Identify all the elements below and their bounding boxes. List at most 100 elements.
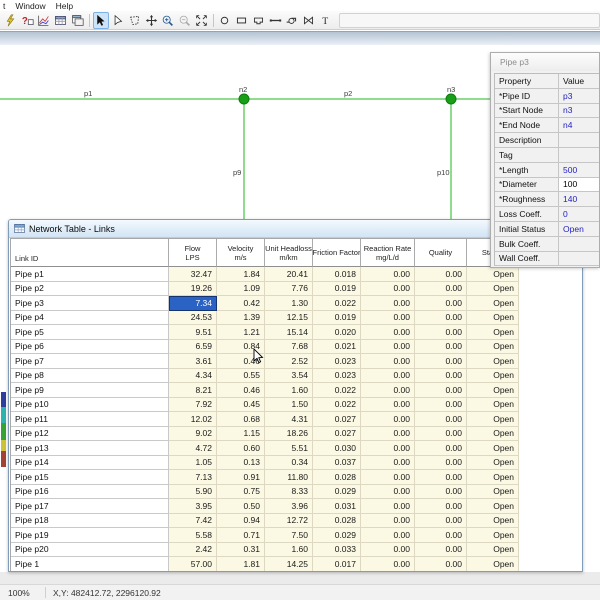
select-region-icon[interactable] bbox=[127, 12, 143, 29]
link-id-cell[interactable]: Pipe p7 bbox=[11, 354, 169, 369]
add-pipe-icon[interactable] bbox=[267, 12, 283, 29]
unit-headloss-cell[interactable]: 5.51 bbox=[265, 441, 313, 456]
quality-cell[interactable]: 0.00 bbox=[415, 485, 467, 500]
full-extent-icon[interactable] bbox=[193, 12, 209, 29]
property-value[interactable]: 0 bbox=[559, 207, 600, 222]
link-id-cell[interactable]: Pipe p9 bbox=[11, 383, 169, 398]
status-cell[interactable]: Open bbox=[467, 514, 519, 529]
velocity-cell[interactable]: 0.31 bbox=[217, 543, 265, 558]
reaction-rate-cell[interactable]: 0.00 bbox=[361, 543, 415, 558]
flow-cell[interactable]: 7.92 bbox=[169, 398, 217, 413]
link-id-cell[interactable]: Pipe p14 bbox=[11, 456, 169, 471]
column-header-flow[interactable]: FlowLPS bbox=[169, 239, 217, 267]
flow-cell[interactable]: 3.95 bbox=[169, 499, 217, 514]
velocity-cell[interactable]: 0.71 bbox=[217, 528, 265, 543]
unit-headloss-cell[interactable]: 8.33 bbox=[265, 485, 313, 500]
unit-headloss-cell[interactable]: 1.60 bbox=[265, 383, 313, 398]
link-id-cell[interactable]: Pipe p8 bbox=[11, 369, 169, 384]
junction-node-n3[interactable] bbox=[446, 94, 456, 104]
flow-cell[interactable]: 4.72 bbox=[169, 441, 217, 456]
link-id-cell[interactable]: Pipe p13 bbox=[11, 441, 169, 456]
status-cell[interactable]: Open bbox=[467, 528, 519, 543]
unit-headloss-cell[interactable]: 3.96 bbox=[265, 499, 313, 514]
reaction-rate-cell[interactable]: 0.00 bbox=[361, 470, 415, 485]
quality-cell[interactable]: 0.00 bbox=[415, 412, 467, 427]
flow-cell[interactable]: 7.34 bbox=[169, 296, 217, 311]
quality-cell[interactable]: 0.00 bbox=[415, 369, 467, 384]
reaction-rate-cell[interactable]: 0.00 bbox=[361, 485, 415, 500]
quality-cell[interactable]: 0.00 bbox=[415, 456, 467, 471]
unit-headloss-cell[interactable]: 2.52 bbox=[265, 354, 313, 369]
property-value[interactable] bbox=[559, 133, 600, 148]
quality-cell[interactable]: 0.00 bbox=[415, 354, 467, 369]
flow-cell[interactable]: 2.42 bbox=[169, 543, 217, 558]
friction-factor-cell[interactable]: 0.019 bbox=[313, 282, 361, 297]
flow-cell[interactable]: 8.21 bbox=[169, 383, 217, 398]
column-header-unit-headloss[interactable]: Unit Headlossm/km bbox=[265, 239, 313, 267]
friction-factor-cell[interactable]: 0.027 bbox=[313, 427, 361, 442]
friction-factor-cell[interactable]: 0.022 bbox=[313, 383, 361, 398]
reaction-rate-cell[interactable]: 0.00 bbox=[361, 311, 415, 326]
quality-cell[interactable]: 0.00 bbox=[415, 267, 467, 282]
status-cell[interactable]: Open bbox=[467, 456, 519, 471]
add-tank-icon[interactable] bbox=[251, 12, 267, 29]
property-value[interactable] bbox=[559, 148, 600, 163]
unit-headloss-cell[interactable]: 0.34 bbox=[265, 456, 313, 471]
friction-factor-cell[interactable]: 0.018 bbox=[313, 267, 361, 282]
reaction-rate-cell[interactable]: 0.00 bbox=[361, 340, 415, 355]
link-id-cell[interactable]: Pipe p20 bbox=[11, 543, 169, 558]
status-cell[interactable]: Open bbox=[467, 412, 519, 427]
reaction-rate-cell[interactable]: 0.00 bbox=[361, 499, 415, 514]
reaction-rate-cell[interactable]: 0.00 bbox=[361, 369, 415, 384]
velocity-cell[interactable]: 0.68 bbox=[217, 412, 265, 427]
unit-headloss-cell[interactable]: 20.41 bbox=[265, 267, 313, 282]
column-header-velocity[interactable]: Velocitym/s bbox=[217, 239, 265, 267]
friction-factor-cell[interactable]: 0.022 bbox=[313, 398, 361, 413]
friction-factor-cell[interactable]: 0.037 bbox=[313, 456, 361, 471]
link-id-cell[interactable]: Pipe p5 bbox=[11, 325, 169, 340]
pan-icon[interactable] bbox=[143, 12, 159, 29]
link-id-cell[interactable]: Pipe p12 bbox=[11, 427, 169, 442]
add-junction-icon[interactable] bbox=[217, 12, 233, 29]
velocity-cell[interactable]: 1.39 bbox=[217, 311, 265, 326]
status-cell[interactable]: Open bbox=[467, 325, 519, 340]
reaction-rate-cell[interactable]: 0.00 bbox=[361, 456, 415, 471]
unit-headloss-cell[interactable]: 12.72 bbox=[265, 514, 313, 529]
flow-cell[interactable]: 9.51 bbox=[169, 325, 217, 340]
quality-cell[interactable]: 0.00 bbox=[415, 528, 467, 543]
link-id-cell[interactable]: Pipe p11 bbox=[11, 412, 169, 427]
quality-cell[interactable]: 0.00 bbox=[415, 557, 467, 572]
quality-cell[interactable]: 0.00 bbox=[415, 499, 467, 514]
reaction-rate-cell[interactable]: 0.00 bbox=[361, 557, 415, 572]
property-editor[interactable]: Pipe p3 PropertyValue*Pipe IDp3*Start No… bbox=[490, 52, 600, 268]
reaction-rate-cell[interactable]: 0.00 bbox=[361, 441, 415, 456]
unit-headloss-cell[interactable]: 15.14 bbox=[265, 325, 313, 340]
status-cell[interactable]: Open bbox=[467, 557, 519, 572]
link-id-cell[interactable]: Pipe p3 bbox=[11, 296, 169, 311]
add-valve-icon[interactable] bbox=[301, 12, 317, 29]
quality-cell[interactable]: 0.00 bbox=[415, 427, 467, 442]
flow-cell[interactable]: 6.59 bbox=[169, 340, 217, 355]
friction-factor-cell[interactable]: 0.022 bbox=[313, 296, 361, 311]
status-cell[interactable]: Open bbox=[467, 267, 519, 282]
velocity-cell[interactable]: 0.45 bbox=[217, 398, 265, 413]
flow-cell[interactable]: 7.42 bbox=[169, 514, 217, 529]
reaction-rate-cell[interactable]: 0.00 bbox=[361, 427, 415, 442]
report-icon[interactable] bbox=[69, 12, 85, 29]
flow-cell[interactable]: 7.13 bbox=[169, 470, 217, 485]
quality-cell[interactable]: 0.00 bbox=[415, 470, 467, 485]
friction-factor-cell[interactable]: 0.028 bbox=[313, 470, 361, 485]
status-cell[interactable]: Open bbox=[467, 383, 519, 398]
friction-factor-cell[interactable]: 0.029 bbox=[313, 528, 361, 543]
link-id-cell[interactable]: Pipe 1 bbox=[11, 557, 169, 572]
status-cell[interactable]: Open bbox=[467, 398, 519, 413]
status-cell[interactable]: Open bbox=[467, 296, 519, 311]
column-header-reaction-rate[interactable]: Reaction Ratemg/L/d bbox=[361, 239, 415, 267]
friction-factor-cell[interactable]: 0.020 bbox=[313, 325, 361, 340]
flow-cell[interactable]: 5.58 bbox=[169, 528, 217, 543]
friction-factor-cell[interactable]: 0.021 bbox=[313, 340, 361, 355]
quality-cell[interactable]: 0.00 bbox=[415, 282, 467, 297]
reaction-rate-cell[interactable]: 0.00 bbox=[361, 398, 415, 413]
velocity-cell[interactable]: 1.15 bbox=[217, 427, 265, 442]
link-id-cell[interactable]: Pipe p15 bbox=[11, 470, 169, 485]
